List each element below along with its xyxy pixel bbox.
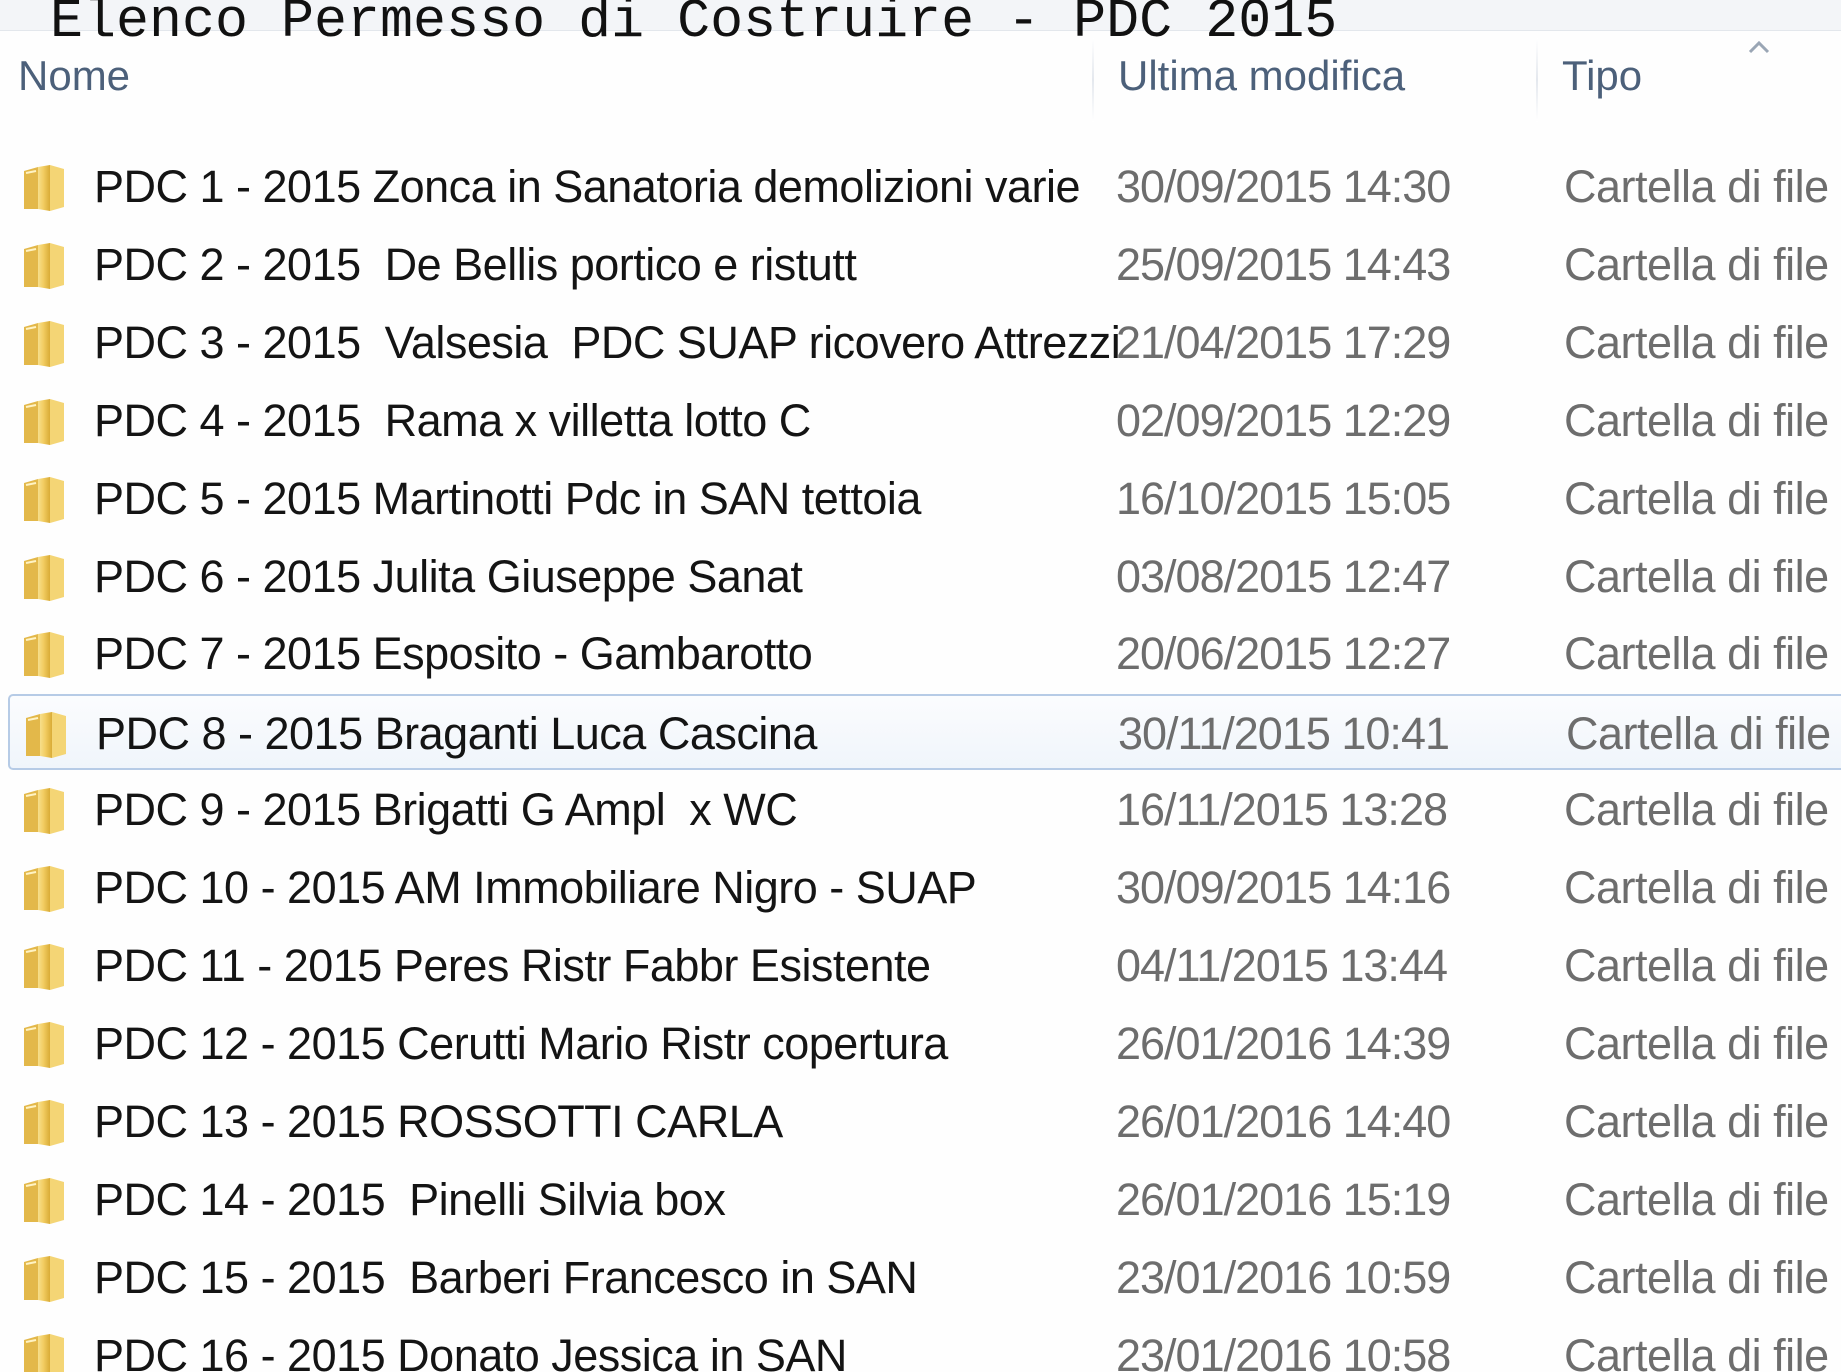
file-row-selected[interactable]: PDC 8 - 2015 Braganti Luca Cascina 30/11… [8,694,1841,770]
file-modified: 21/04/2015 17:29 [1116,317,1451,368]
folder-icon [24,399,64,445]
file-name: PDC 16 - 2015 Donato Jessica in SAN [94,1330,847,1372]
file-type: Cartella di file [1564,473,1829,524]
file-row[interactable]: PDC 2 - 2015 De Bellis portico e ristutt… [8,227,1841,303]
file-modified: 23/01/2016 10:58 [1116,1330,1451,1372]
file-name: PDC 11 - 2015 Peres Ristr Fabbr Esistent… [94,940,931,991]
file-name: PDC 4 - 2015 Rama x villetta lotto C [94,395,811,446]
file-modified: 04/11/2015 13:44 [1116,940,1448,991]
file-name: PDC 12 - 2015 Cerutti Mario Ristr copert… [94,1018,948,1069]
file-type: Cartella di file [1564,1174,1829,1225]
file-row[interactable]: PDC 4 - 2015 Rama x villetta lotto C 02/… [8,383,1841,459]
file-modified: 16/10/2015 15:05 [1116,473,1451,524]
file-type: Cartella di file [1564,940,1829,991]
file-name: PDC 2 - 2015 De Bellis portico e ristutt [94,239,857,290]
file-modified: 30/11/2015 10:41 [1118,708,1450,759]
folder-icon [26,712,66,758]
file-modified: 23/01/2016 10:59 [1116,1252,1451,1303]
file-row[interactable]: PDC 5 - 2015 Martinotti Pdc in SAN tetto… [8,461,1841,537]
file-modified: 30/09/2015 14:16 [1116,862,1451,913]
file-row[interactable]: PDC 13 - 2015 ROSSOTTI CARLA 26/01/2016 … [8,1084,1841,1160]
file-name: PDC 15 - 2015 Barberi Francesco in SAN [94,1252,918,1303]
folder-icon [24,165,64,211]
file-modified: 25/09/2015 14:43 [1116,239,1451,290]
file-type: Cartella di file [1564,784,1829,835]
file-name: PDC 9 - 2015 Brigatti G Ampl x WC [94,784,798,835]
file-name: PDC 8 - 2015 Braganti Luca Cascina [96,708,817,759]
file-type: Cartella di file [1564,1096,1829,1147]
column-header-modified[interactable]: Ultima modifica [1118,52,1405,100]
folder-icon [24,477,64,523]
file-name: PDC 13 - 2015 ROSSOTTI CARLA [94,1096,783,1147]
file-name: PDC 3 - 2015 Valsesia PDC SUAP ricovero … [94,317,1121,368]
folder-icon [24,632,64,678]
file-explorer-window: Elenco Permesso di Costruire - PDC 2015 … [0,0,1841,1372]
folder-icon [24,1178,64,1224]
file-type: Cartella di file [1564,551,1829,602]
file-modified: 16/11/2015 13:28 [1116,784,1448,835]
file-modified: 26/01/2016 14:40 [1116,1096,1451,1147]
column-header-name[interactable]: Nome [18,52,130,100]
page-title: Elenco Permesso di Costruire - PDC 2015 [50,0,1338,53]
file-type: Cartella di file [1564,862,1829,913]
folder-icon [24,243,64,289]
file-name: PDC 7 - 2015 Esposito - Gambarotto [94,628,813,679]
file-modified: 02/09/2015 12:29 [1116,395,1451,446]
file-row[interactable]: PDC 7 - 2015 Esposito - Gambarotto 20/06… [8,616,1841,692]
file-type: Cartella di file [1564,317,1829,368]
chevron-up-icon [1748,40,1770,54]
column-divider[interactable] [1536,38,1538,122]
file-type: Cartella di file [1564,395,1829,446]
file-type: Cartella di file [1564,1330,1829,1372]
file-row[interactable]: PDC 10 - 2015 AM Immobiliare Nigro - SUA… [8,850,1841,926]
file-modified: 03/08/2015 12:47 [1116,551,1451,602]
file-type: Cartella di file [1564,1018,1829,1069]
folder-icon [24,1334,64,1372]
file-row[interactable]: PDC 9 - 2015 Brigatti G Ampl x WC 16/11/… [8,772,1841,848]
folder-icon [24,1256,64,1302]
file-name: PDC 14 - 2015 Pinelli Silvia box [94,1174,726,1225]
file-name: PDC 6 - 2015 Julita Giuseppe Sanat [94,551,803,602]
folder-icon [24,555,64,601]
file-modified: 20/06/2015 12:27 [1116,628,1451,679]
folder-icon [24,1022,64,1068]
file-type: Cartella di file [1564,1252,1829,1303]
file-row[interactable]: PDC 16 - 2015 Donato Jessica in SAN 23/0… [8,1318,1841,1372]
file-row[interactable]: PDC 11 - 2015 Peres Ristr Fabbr Esistent… [8,928,1841,1004]
file-row[interactable]: PDC 6 - 2015 Julita Giuseppe Sanat 03/08… [8,539,1841,615]
file-type: Cartella di file [1564,161,1829,212]
file-name: PDC 1 - 2015 Zonca in Sanatoria demolizi… [94,161,1081,212]
file-row[interactable]: PDC 3 - 2015 Valsesia PDC SUAP ricovero … [8,305,1841,381]
file-modified: 26/01/2016 14:39 [1116,1018,1451,1069]
folder-icon [24,944,64,990]
file-type: Cartella di file [1566,708,1831,759]
file-name: PDC 5 - 2015 Martinotti Pdc in SAN tetto… [94,473,921,524]
folder-icon [24,1100,64,1146]
file-modified: 30/09/2015 14:30 [1116,161,1451,212]
file-row[interactable]: PDC 12 - 2015 Cerutti Mario Ristr copert… [8,1006,1841,1082]
folder-icon [24,866,64,912]
file-row[interactable]: PDC 1 - 2015 Zonca in Sanatoria demolizi… [8,149,1841,225]
folder-icon [24,321,64,367]
file-row[interactable]: PDC 15 - 2015 Barberi Francesco in SAN 2… [8,1240,1841,1316]
file-row[interactable]: PDC 14 - 2015 Pinelli Silvia box 26/01/2… [8,1162,1841,1238]
file-name: PDC 10 - 2015 AM Immobiliare Nigro - SUA… [94,862,977,913]
file-type: Cartella di file [1564,239,1829,290]
folder-icon [24,788,64,834]
column-header-type[interactable]: Tipo [1562,52,1642,100]
file-type: Cartella di file [1564,628,1829,679]
file-modified: 26/01/2016 15:19 [1116,1174,1451,1225]
